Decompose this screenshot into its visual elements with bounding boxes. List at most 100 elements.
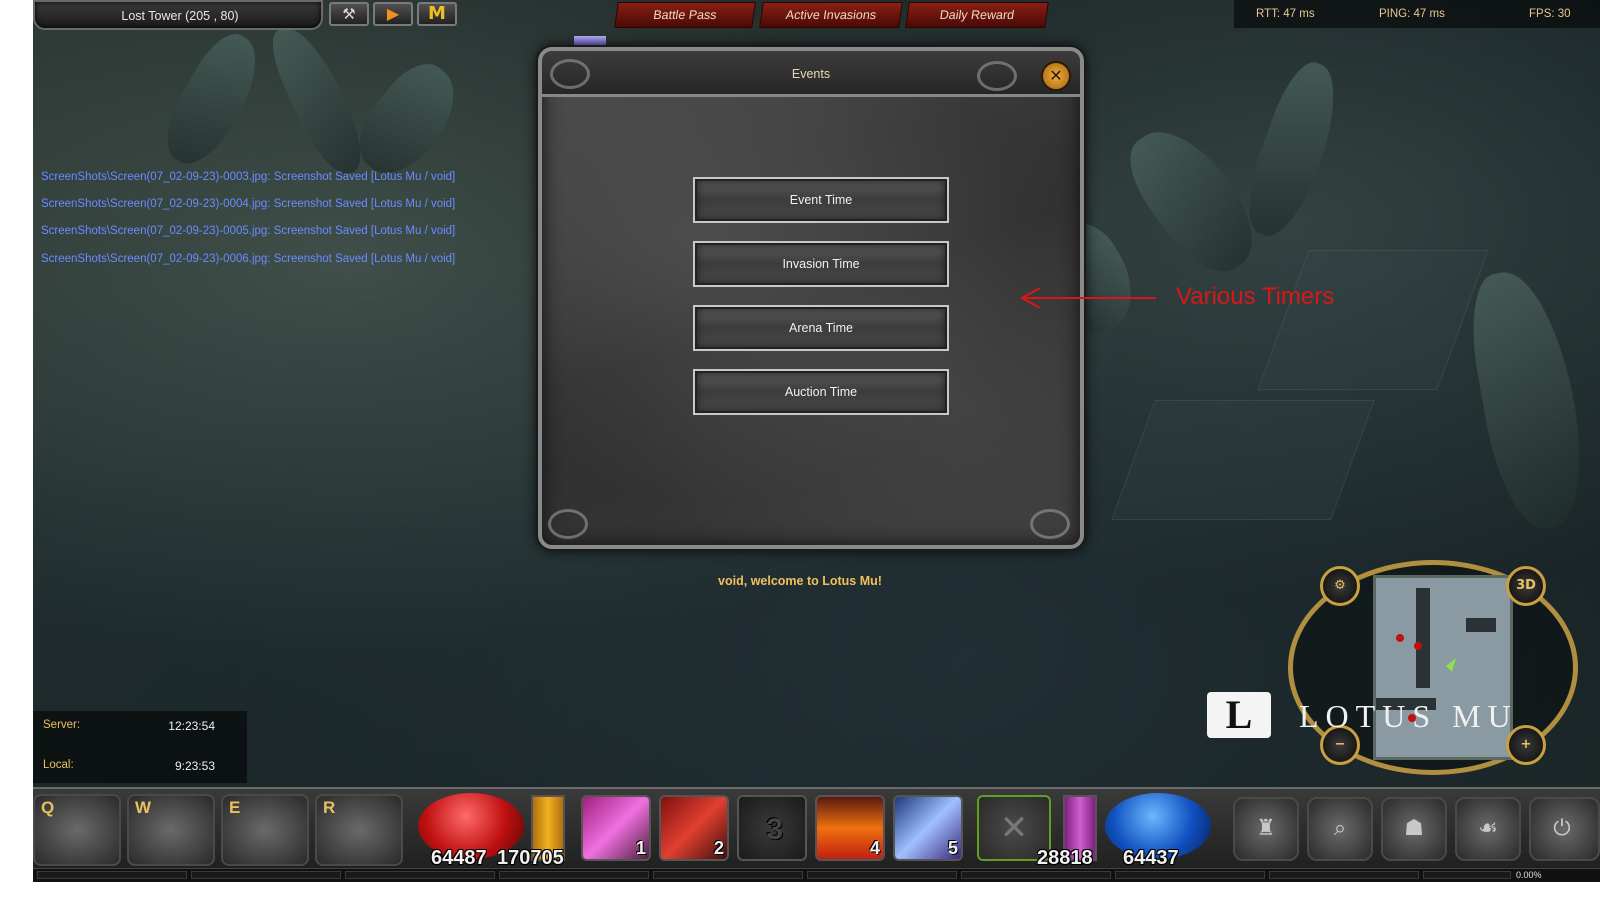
active-invasions-tab[interactable]: Active Invasions <box>759 2 903 28</box>
exp-segment <box>961 871 1111 879</box>
background-vine <box>261 16 375 184</box>
hp-value: 64487 <box>431 847 487 869</box>
minimap[interactable]: ⚙ 3D − + <box>1288 560 1600 775</box>
skill-number: 3 <box>766 813 783 846</box>
skill-number: 1 <box>635 838 646 858</box>
location-bar: Lost Tower (205 , 80) <box>33 0 323 30</box>
exp-segment <box>499 871 649 879</box>
ping-value: PING: 47 ms <box>1379 8 1445 20</box>
play-button[interactable]: ▶ <box>373 2 413 26</box>
chat-message: ScreenShots\Screen(07_02-09-23)-0006.jpg… <box>41 253 456 265</box>
pet-button[interactable]: ☙ <box>1455 797 1521 861</box>
m-button[interactable]: M <box>417 2 457 26</box>
exp-segment <box>37 871 187 879</box>
skill-slot-2[interactable]: 2 <box>659 795 729 861</box>
game-viewport[interactable]: Lost Tower (205 , 80) ⚒ ▶ M Battle Pass … <box>33 0 1600 882</box>
chat-message: ScreenShots\Screen(07_02-09-23)-0003.jpg… <box>41 171 456 183</box>
m-icon: M <box>428 3 446 24</box>
hotkey-letter: E <box>229 798 241 817</box>
brand-letter: L <box>1225 692 1253 737</box>
character-button[interactable]: ☗ <box>1381 797 1447 861</box>
arena-time-button[interactable]: Arena Time <box>693 305 949 351</box>
background-vine <box>1114 111 1272 289</box>
event-time-button[interactable]: Event Time <box>693 177 949 223</box>
invasion-time-button[interactable]: Invasion Time <box>693 241 949 287</box>
rtt-value: RTT: 47 ms <box>1256 8 1315 20</box>
inventory-button[interactable]: ♜ <box>1233 797 1299 861</box>
local-time-label: Local: <box>43 759 74 771</box>
pet-icon: ☙ <box>1478 816 1498 841</box>
skill-slot-1[interactable]: 1 <box>581 795 651 861</box>
background-vine <box>342 51 474 189</box>
purple-marker <box>574 36 606 46</box>
network-stats: RTT: 47 ms PING: 47 ms FPS: 30 <box>1234 0 1600 28</box>
search-button[interactable]: ⌕ <box>1307 797 1373 861</box>
hotkey-letter: R <box>323 798 336 817</box>
wrench-icon: ⚒ <box>342 5 356 23</box>
skill-slot-4[interactable]: 4 <box>815 795 885 861</box>
skill-number: 5 <box>947 838 958 858</box>
hotkey-slot-e[interactable]: E <box>221 794 309 866</box>
exp-segment <box>807 871 957 879</box>
corner-ornament <box>548 509 588 539</box>
3d-toggle-button[interactable]: 3D <box>1506 566 1546 606</box>
hotkey-letter: W <box>135 798 152 817</box>
skill-number: 2 <box>713 838 724 858</box>
background-vine <box>1234 55 1352 245</box>
corner-ornament <box>1030 509 1070 539</box>
corner-ornament <box>550 59 590 89</box>
server-time-value: 12:23:54 <box>168 719 215 733</box>
close-button[interactable]: ✕ <box>1041 61 1071 91</box>
floor-tile <box>1111 400 1375 520</box>
exp-segment <box>1269 871 1419 879</box>
exp-segment <box>191 871 341 879</box>
close-icon: ✕ <box>1049 66 1063 85</box>
exp-segment <box>1423 871 1511 879</box>
helmet-icon: ☗ <box>1404 816 1424 841</box>
server-time-label: Server: <box>43 719 81 731</box>
wrench-button[interactable]: ⚒ <box>329 2 369 26</box>
skill-slot-5[interactable]: 5 <box>893 795 963 861</box>
chat-message: ScreenShots\Screen(07_02-09-23)-0004.jpg… <box>41 198 456 210</box>
auction-time-button[interactable]: Auction Time <box>693 369 949 415</box>
experience-bar: 0.00% <box>33 868 1600 882</box>
floor-tile <box>1257 250 1489 390</box>
button-label: Arena Time <box>789 321 853 335</box>
skill-number: 4 <box>869 838 880 858</box>
button-label: Auction Time <box>784 385 858 399</box>
annotation-label: Various Timers <box>1176 283 1335 310</box>
battle-pass-tab[interactable]: Battle Pass <box>614 2 756 28</box>
exp-segment <box>345 871 495 879</box>
options-button[interactable]: ⏻ <box>1529 797 1600 861</box>
brand-logo-box: L <box>1207 692 1271 738</box>
button-label: Invasion Time <box>782 257 860 271</box>
clock-panel: Server: 12:23:54 Local: 9:23:53 <box>33 711 247 783</box>
exp-percent: 0.00% <box>1516 870 1542 880</box>
gear-icon: ⚙ <box>1334 578 1346 593</box>
brand-name: LOTUS MU <box>1299 698 1518 734</box>
exp-segment <box>653 871 803 879</box>
hotkey-slot-w[interactable]: W <box>127 794 215 866</box>
bag-icon: ♜ <box>1256 816 1276 841</box>
corner-ornament <box>977 61 1017 91</box>
button-label: Event Time <box>789 193 853 207</box>
settings-button[interactable]: ⚙ <box>1320 566 1360 606</box>
ag-value: 170705 <box>497 847 564 869</box>
skill-slot-3[interactable]: 3 <box>737 795 807 861</box>
background-vine <box>152 24 274 176</box>
hotkey-slot-r[interactable]: R <box>315 794 403 866</box>
hotkey-letter: Q <box>41 798 55 817</box>
exp-segment <box>1115 871 1265 879</box>
daily-reward-tab[interactable]: Daily Reward <box>905 2 1049 28</box>
background-vine <box>1461 264 1595 536</box>
location-coordinates: Lost Tower (205 , 80) <box>121 9 239 23</box>
search-icon: ⌕ <box>1333 816 1347 841</box>
3d-label: 3D <box>1516 578 1536 593</box>
play-icon: ▶ <box>386 4 400 23</box>
annotation-arrow <box>1019 288 1156 308</box>
power-icon: ⏻ <box>1553 816 1571 841</box>
mp-value: 64437 <box>1123 847 1179 869</box>
events-window: Events ✕ Event Time Invasion Time Arena … <box>538 47 1084 549</box>
bottom-hud: Q W E R 1 2 3 4 5 ✕ 64487 170705 28818 6… <box>33 787 1600 882</box>
hotkey-slot-q[interactable]: Q <box>33 794 121 866</box>
